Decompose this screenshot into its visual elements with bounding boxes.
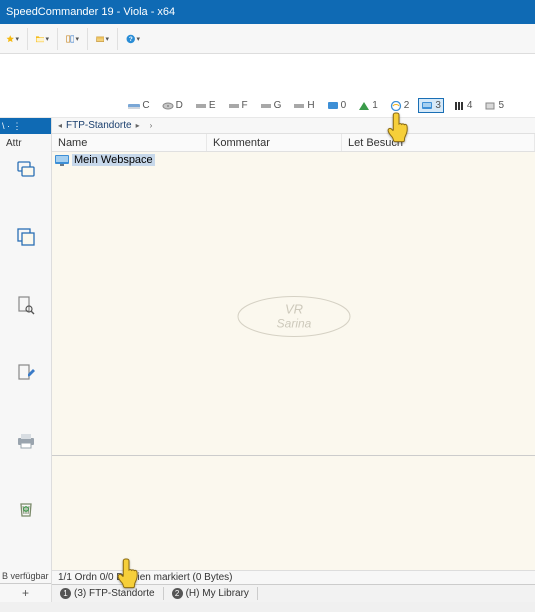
column-headers: Name Kommentar Let Besuch bbox=[52, 134, 535, 152]
left-panel-header[interactable]: \ · ⋮ bbox=[0, 118, 51, 134]
left-panel: \ · ⋮ Attr B verfügbar + bbox=[0, 118, 52, 602]
panels-icon[interactable] bbox=[16, 227, 36, 247]
help-button[interactable]: ?▾ bbox=[126, 28, 148, 50]
drive-h[interactable]: H bbox=[290, 98, 317, 113]
selection-status: 1/1 Ordn 0/0 Dateien markiert (0 Bytes) bbox=[52, 570, 535, 584]
col-name[interactable]: Name bbox=[52, 134, 207, 151]
chevron-right-icon[interactable]: ▸ bbox=[136, 121, 140, 130]
main-area: \ · ⋮ Attr B verfügbar + ◂ FTP-Standorte… bbox=[0, 118, 535, 602]
col-kommentar[interactable]: Kommentar bbox=[207, 134, 342, 151]
folder-button[interactable]: ▾ bbox=[36, 28, 58, 50]
chevron-right-icon-2[interactable]: › bbox=[150, 121, 153, 130]
drive-1[interactable]: 1 bbox=[355, 98, 381, 113]
monitor-icon bbox=[55, 155, 69, 166]
connect-icon[interactable] bbox=[16, 159, 36, 179]
drive-g[interactable]: G bbox=[257, 98, 285, 113]
tab-my-library[interactable]: 2(H) My Library bbox=[164, 587, 258, 600]
file-pane-bottom[interactable] bbox=[52, 455, 535, 570]
watermark: VRSarina bbox=[234, 292, 354, 345]
tab-bar: 1(3) FTP-Standorte 2(H) My Library bbox=[52, 584, 535, 602]
drive-f[interactable]: F bbox=[225, 98, 251, 113]
svg-text:VR: VR bbox=[284, 301, 302, 316]
drive-2[interactable]: 2 bbox=[387, 98, 413, 113]
left-attr-label: Attr bbox=[0, 134, 51, 153]
recycle-icon[interactable] bbox=[16, 499, 36, 519]
compare-button[interactable]: ▾ bbox=[66, 28, 88, 50]
window-title: SpeedCommander 19 - Viola - x64 bbox=[6, 6, 175, 18]
drive-bar: C D E F G H 0 1 2 3 4 5 bbox=[0, 94, 535, 118]
titlebar: SpeedCommander 19 - Viola - x64 bbox=[0, 0, 535, 24]
drive-c[interactable]: C bbox=[125, 98, 152, 113]
left-add-tab[interactable]: + bbox=[0, 583, 51, 602]
doc-edit-icon[interactable] bbox=[16, 363, 36, 383]
drive-0[interactable]: 0 bbox=[324, 98, 350, 113]
breadcrumb[interactable]: ◂ FTP-Standorte ▸ › bbox=[52, 118, 535, 134]
sidebar-icons bbox=[0, 153, 51, 569]
svg-text:Sarina: Sarina bbox=[276, 316, 311, 330]
drive-e[interactable]: E bbox=[192, 98, 219, 113]
drive-4[interactable]: 4 bbox=[450, 98, 476, 113]
table-row[interactable]: Mein Webspace bbox=[52, 152, 535, 168]
file-pane-top[interactable]: Mein Webspace VRSarina bbox=[52, 152, 535, 455]
file-name[interactable]: Mein Webspace bbox=[72, 154, 155, 166]
content-panel: ◂ FTP-Standorte ▸ › Name Kommentar Let B… bbox=[52, 118, 535, 602]
tab-ftp-standorte[interactable]: 1(3) FTP-Standorte bbox=[52, 587, 164, 600]
drive-5[interactable]: 5 bbox=[481, 98, 507, 113]
breadcrumb-label[interactable]: FTP-Standorte bbox=[66, 120, 132, 131]
col-letzter-besuch[interactable]: Let Besuch bbox=[342, 134, 535, 151]
ribbon-gap bbox=[0, 54, 535, 94]
doc-search-icon[interactable] bbox=[16, 295, 36, 315]
drive-3-selected[interactable]: 3 bbox=[418, 98, 444, 113]
favorites-button[interactable]: ▾ bbox=[6, 28, 28, 50]
chevron-left-icon[interactable]: ◂ bbox=[58, 121, 62, 130]
archive-button[interactable]: ▾ bbox=[96, 28, 118, 50]
drive-d[interactable]: D bbox=[159, 98, 186, 113]
left-status: B verfügbar bbox=[0, 569, 51, 583]
main-toolbar: ▾ ▾ ▾ ▾ ?▾ bbox=[0, 24, 535, 54]
svg-text:?: ? bbox=[129, 36, 133, 43]
printer-icon[interactable] bbox=[16, 431, 36, 451]
